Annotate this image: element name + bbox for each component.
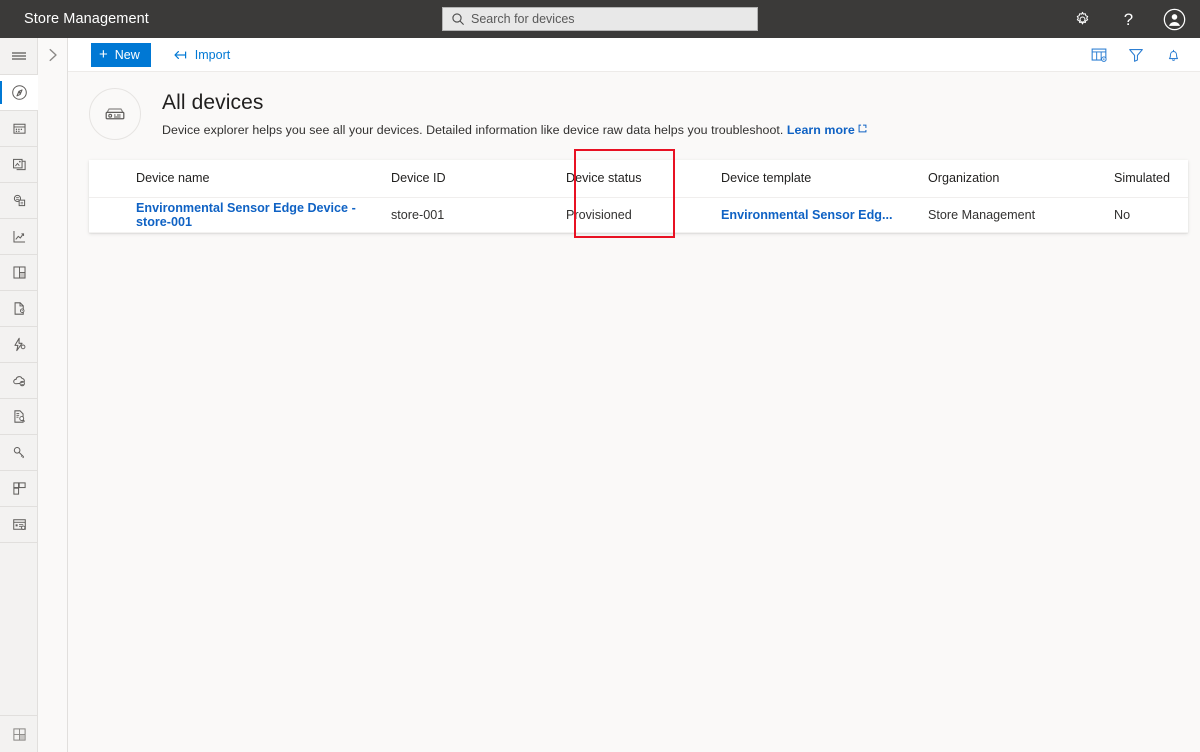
device-name-link[interactable]: Environmental Sensor Edge Device - store…: [136, 201, 356, 229]
sidebar-item-device-templates[interactable]: [0, 147, 38, 182]
column-header-device-id[interactable]: Device ID: [391, 160, 566, 198]
devices-table-card: Device name Device ID Device status Devi…: [89, 160, 1188, 233]
learn-more-label: Learn more: [786, 123, 855, 137]
column-header-simulated[interactable]: Simulated: [1114, 160, 1188, 198]
learn-more-link[interactable]: Learn more: [787, 123, 855, 137]
sidebar-item-dashboards[interactable]: [0, 255, 38, 290]
devices-table-header: Device name Device ID Device status Devi…: [89, 160, 1188, 198]
search-box[interactable]: [442, 7, 758, 31]
column-header-device-name[interactable]: Device name: [89, 160, 391, 198]
table-row[interactable]: Environmental Sensor Edge Device - store…: [89, 197, 1188, 233]
help-question-icon[interactable]: ?: [1112, 3, 1144, 35]
sidebar-item-permissions[interactable]: [0, 435, 38, 470]
account-avatar-icon[interactable]: [1158, 3, 1190, 35]
column-header-device-status[interactable]: Device status: [566, 160, 721, 198]
settings-gear-icon[interactable]: [1066, 3, 1098, 35]
sidebar-item-device-groups[interactable]: [0, 111, 38, 146]
device-explorer-icon: [89, 88, 141, 140]
cell-simulated: No: [1114, 197, 1188, 233]
sidebar-item-jobs[interactable]: [0, 399, 38, 434]
nav-expander-strip: [38, 38, 68, 752]
chevron-right-icon[interactable]: [38, 38, 68, 72]
import-arrow-icon: [173, 49, 188, 61]
import-button[interactable]: Import: [167, 42, 236, 68]
sidebar-item-rules[interactable]: [0, 327, 38, 362]
device-template-link[interactable]: Environmental Sensor Edg...: [721, 208, 892, 222]
svg-text:?: ?: [1123, 10, 1132, 29]
external-link-icon: [858, 122, 867, 136]
sidebar-item-cloud-sync[interactable]: [0, 363, 38, 398]
sidebar-item-app-templates[interactable]: [0, 471, 38, 506]
command-bar-right-icons: [1088, 38, 1184, 72]
search-input[interactable]: [471, 9, 736, 29]
page-title: All devices: [162, 91, 264, 114]
sidebar-item-app-switcher[interactable]: [0, 716, 38, 752]
cell-device-id: store-001: [391, 197, 566, 233]
new-device-label: New: [114, 47, 140, 62]
sidebar-item-analytics[interactable]: [0, 219, 38, 254]
sidebar-item-administration[interactable]: [0, 507, 38, 542]
notification-bell-icon[interactable]: [1162, 44, 1184, 66]
cell-device-template[interactable]: Environmental Sensor Edg...: [721, 197, 928, 233]
new-device-button[interactable]: + New: [91, 42, 151, 67]
command-bar: + New Import: [68, 38, 1200, 72]
devices-table: Device name Device ID Device status Devi…: [89, 160, 1188, 233]
sidebar-item-data-export[interactable]: [0, 183, 38, 218]
sidebar-item-devices[interactable]: [0, 75, 38, 110]
appbar-icon-group: ?: [1066, 0, 1190, 38]
rail-bottom-group: [0, 715, 38, 752]
left-navigation-rail: [0, 38, 38, 752]
plus-icon: +: [99, 46, 108, 63]
filter-funnel-icon[interactable]: [1125, 44, 1147, 66]
app-top-bar: Store Management ?: [0, 0, 1200, 38]
column-header-organization[interactable]: Organization: [928, 160, 1114, 198]
import-label: Import: [194, 47, 231, 62]
app-title: Store Management: [24, 11, 149, 27]
cell-device-status: Provisioned: [566, 197, 721, 233]
page-header: All devices Device explorer helps you se…: [68, 72, 1200, 140]
page-subtitle: Device explorer helps you see all your d…: [162, 122, 867, 137]
table-header-row: Device name Device ID Device status Devi…: [89, 160, 1188, 198]
cell-device-name[interactable]: Environmental Sensor Edge Device - store…: [89, 197, 391, 233]
page-subtitle-text: Device explorer helps you see all your d…: [162, 123, 784, 137]
column-options-icon[interactable]: [1088, 44, 1110, 66]
devices-table-body: Environmental Sensor Edge Device - store…: [89, 197, 1188, 233]
search-icon: [451, 12, 465, 26]
column-header-device-template[interactable]: Device template: [721, 160, 928, 198]
sidebar-item-file-upload[interactable]: [0, 291, 38, 326]
cell-organization: Store Management: [928, 197, 1114, 233]
main-content: All devices Device explorer helps you se…: [68, 72, 1200, 752]
hamburger-menu-icon[interactable]: [0, 38, 38, 74]
